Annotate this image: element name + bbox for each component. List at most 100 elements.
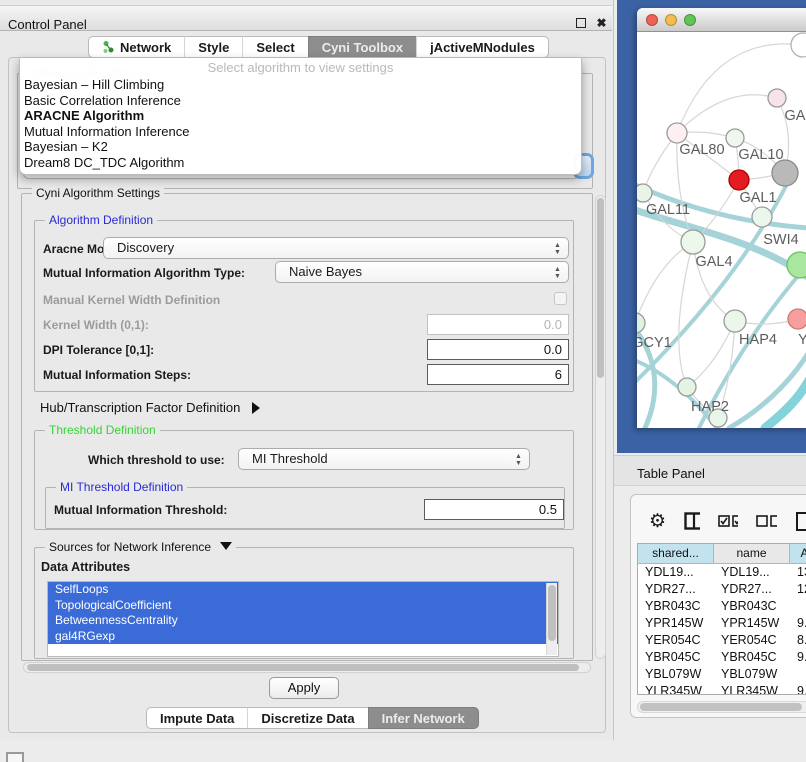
network-node-gal4[interactable] <box>681 230 705 254</box>
mi-threshold-label: Mutual Information Threshold: <box>54 503 227 517</box>
network-edge[interactable] <box>679 242 693 387</box>
dpi-tolerance-label: DPI Tolerance [0,1]: <box>43 343 154 357</box>
algorithm-option[interactable]: Mutual Information Inference <box>20 124 581 140</box>
minimize-traffic-light-icon[interactable] <box>665 14 677 26</box>
data-attribute-item[interactable]: gal4RGexp <box>48 629 558 645</box>
close-traffic-light-icon[interactable] <box>646 14 658 26</box>
tab-jactivemnodules[interactable]: jActiveMNodules <box>416 36 549 58</box>
tab-select[interactable]: Select <box>242 36 307 58</box>
table-cell: YPR145W <box>714 615 790 632</box>
table-row[interactable]: YDR27...YDR27...12 <box>638 581 806 598</box>
control-panel-tabs: NetworkStyleSelectCyni ToolboxjActiveMNo… <box>88 36 549 58</box>
table-cell: YDR27... <box>638 581 714 598</box>
settings-gear-icon[interactable]: ⚙ <box>649 510 666 533</box>
network-node-gal80[interactable] <box>667 123 687 143</box>
table-cell: 9. <box>790 683 806 695</box>
network-node-gcy1[interactable] <box>637 313 645 333</box>
threshold-definition-group: Threshold Definition Which threshold to … <box>34 430 574 530</box>
network-node-label: GAL <box>784 108 806 124</box>
aracne-mode-combobox[interactable]: Discovery ▲▼ <box>103 237 569 259</box>
float-window-icon[interactable] <box>576 18 586 28</box>
sources-legend[interactable]: Sources for Network Inference <box>45 540 236 554</box>
zoom-traffic-light-icon[interactable] <box>684 14 696 26</box>
network-node-swi4[interactable] <box>752 207 772 227</box>
kernel-width-field[interactable]: 0.0 <box>427 314 569 335</box>
table-row[interactable]: YDL19...YDL19...13 <box>638 564 806 581</box>
network-node[interactable] <box>787 252 806 278</box>
network-node[interactable] <box>772 160 798 186</box>
table-horizontal-scrollbar[interactable] <box>637 701 806 713</box>
network-view-window: GALGAL80GAL10GAL1GAL11SWI4GAL4GCY1HAP4YH… <box>637 8 806 428</box>
dpi-tolerance-field[interactable]: 0.0 <box>427 339 569 360</box>
hub-definition-expander[interactable]: Hub/Transcription Factor Definition <box>40 400 260 415</box>
close-icon[interactable]: ✖ <box>595 17 608 30</box>
data-attribute-item[interactable]: BetweennessCentrality <box>48 613 558 629</box>
algorithm-option[interactable]: ARACNE Algorithm <box>20 108 581 124</box>
threshold-definition-legend: Threshold Definition <box>45 423 160 437</box>
data-attribute-item[interactable]: TopologicalCoefficient <box>48 598 558 614</box>
mi-threshold-field[interactable]: 0.5 <box>424 499 564 520</box>
table-row[interactable]: YBL079WYBL079W <box>638 666 806 683</box>
mi-steps-field[interactable]: 6 <box>427 364 569 385</box>
table-panel-titlebar[interactable]: Table Panel <box>614 455 806 486</box>
algorithm-option[interactable]: Dream8 DC_TDC Algorithm <box>20 155 581 171</box>
table-cell: YDR27... <box>714 581 790 598</box>
data-attributes-list[interactable]: SelfLoopsTopologicalCoefficientBetweenne… <box>47 581 559 657</box>
table-toolbar: ⚙ <box>639 503 806 539</box>
table-row[interactable]: YBR043CYBR043C <box>638 598 806 615</box>
tab-style[interactable]: Style <box>184 36 242 58</box>
tab-impute-data[interactable]: Impute Data <box>146 707 247 729</box>
algorithm-option[interactable]: Bayesian – Hill Climbing <box>20 77 581 93</box>
manual-kernel-width-checkbox[interactable] <box>554 292 567 305</box>
network-window-titlebar[interactable] <box>637 8 806 32</box>
network-edge-highlighted[interactable] <box>765 380 806 428</box>
deselect-all-checkbox-icon[interactable] <box>756 515 777 527</box>
network-node-hap2[interactable] <box>678 378 696 396</box>
tab-infer-network[interactable]: Infer Network <box>368 707 479 729</box>
network-node-y[interactable] <box>788 309 806 329</box>
control-panel-titlebar[interactable]: Control Panel ✖ <box>0 5 612 31</box>
table-cell: 9. <box>790 649 806 666</box>
settings-horizontal-scrollbar[interactable] <box>23 662 591 673</box>
tab-cyni-toolbox[interactable]: Cyni Toolbox <box>308 36 416 58</box>
algorithm-option[interactable]: Bayesian – K2 <box>20 139 581 155</box>
apply-button[interactable]: Apply <box>269 677 339 699</box>
algorithm-popup-placeholder: Select algorithm to view settings <box>20 60 581 77</box>
table-row[interactable]: YER054CYER054C8. <box>638 632 806 649</box>
document-icon[interactable] <box>795 511 806 531</box>
settings-vertical-scrollbar[interactable] <box>595 195 606 659</box>
table-cell: YER054C <box>714 632 790 649</box>
expander-expanded-icon <box>220 542 232 550</box>
table-panel-title: Table Panel <box>637 466 705 481</box>
table-cell: YPR145W <box>638 615 714 632</box>
tab-discretize-data[interactable]: Discretize Data <box>247 707 367 729</box>
tab-network[interactable]: Network <box>88 36 184 58</box>
algorithm-option[interactable]: Basic Correlation Inference <box>20 93 581 109</box>
column-layout-icon[interactable] <box>684 512 700 530</box>
table-cell: 9. <box>790 615 806 632</box>
data-attribute-item[interactable]: SelfLoops <box>48 582 558 598</box>
manual-kernel-width-label: Manual Kernel Width Definition <box>43 293 220 307</box>
node-table-panel: ⚙ shared...nameAYDL19...YDL19...13YDR27.… <box>630 494 806 718</box>
network-node[interactable] <box>791 33 806 57</box>
network-node-hap4[interactable] <box>724 310 746 332</box>
network-canvas[interactable]: GALGAL80GAL10GAL1GAL11SWI4GAL4GCY1HAP4YH… <box>637 32 806 428</box>
select-all-checkbox-icon[interactable] <box>718 515 739 527</box>
table-column-header[interactable]: shared... <box>638 544 714 564</box>
which-threshold-combobox[interactable]: MI Threshold ▲▼ <box>238 448 530 470</box>
table-column-header[interactable]: A <box>790 544 806 564</box>
network-node-gal1[interactable] <box>729 170 749 190</box>
attributes-scrollbar[interactable] <box>546 583 557 655</box>
mi-algorithm-type-combobox[interactable]: Naive Bayes ▲▼ <box>275 261 569 283</box>
table-cell <box>790 666 806 683</box>
node-table[interactable]: shared...nameAYDL19...YDL19...13YDR27...… <box>637 543 806 695</box>
network-node-gal11[interactable] <box>637 184 652 202</box>
table-column-header[interactable]: name <box>714 544 790 564</box>
table-row[interactable]: YBR045CYBR045C9. <box>638 649 806 666</box>
window-restore-icon[interactable] <box>6 752 24 762</box>
table-row[interactable]: YLR345WYLR345W9. <box>638 683 806 695</box>
table-row[interactable]: YPR145WYPR145W9. <box>638 615 806 632</box>
network-node-gal10[interactable] <box>726 129 744 147</box>
network-edge-highlighted[interactable] <box>729 352 806 428</box>
network-node-gal[interactable] <box>768 89 786 107</box>
